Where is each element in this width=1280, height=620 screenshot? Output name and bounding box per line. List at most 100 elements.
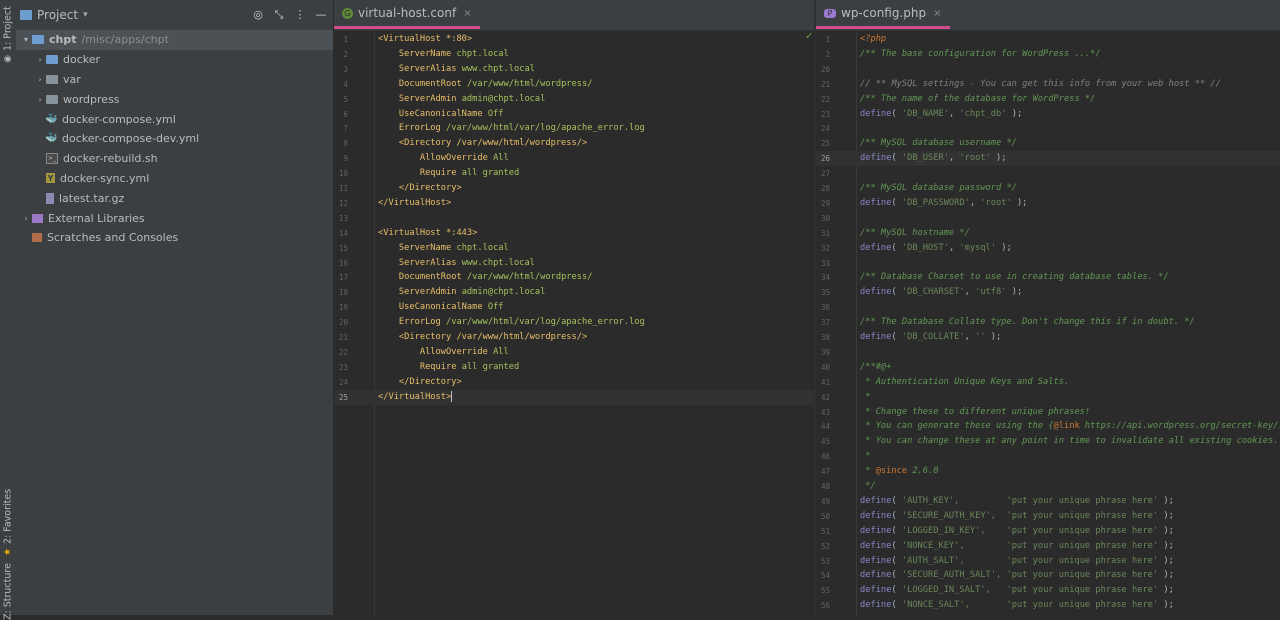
code-line[interactable]: 25 </VirtualHost> bbox=[334, 389, 814, 405]
chevron-right-icon[interactable]: › bbox=[20, 214, 32, 223]
project-tool-button[interactable]: ◉ 1: Project bbox=[0, 6, 16, 64]
code-line[interactable]: 23 Require all granted bbox=[334, 360, 814, 375]
line-number: 43 bbox=[820, 407, 830, 417]
chevron-right-icon[interactable]: › bbox=[34, 55, 46, 64]
structure-tool-button[interactable]: Z: Structure bbox=[0, 563, 16, 620]
code-line[interactable]: 5 ServerAdmin admin@chpt.local bbox=[334, 92, 814, 107]
code-line[interactable]: 28 /** MySQL database password */ bbox=[816, 181, 1280, 196]
locate-file-icon[interactable]: ◎ bbox=[252, 9, 264, 21]
code-line[interactable]: 16 ServerAlias www.chpt.local bbox=[334, 256, 814, 271]
collapse-all-icon[interactable]: ⤡ bbox=[273, 9, 285, 21]
code-line[interactable]: 27 bbox=[816, 166, 1280, 181]
tree-item[interactable]: › wordpress bbox=[16, 89, 333, 109]
code-line[interactable]: 1 <VirtualHost *:80> bbox=[334, 32, 814, 47]
code-line[interactable]: 22 AllowOverride All bbox=[334, 345, 814, 360]
code-line[interactable]: 20 bbox=[816, 62, 1280, 77]
code-line[interactable]: 7 ErrorLog /var/www/html/var/log/apache_… bbox=[334, 121, 814, 136]
code-line[interactable]: 49 define( 'AUTH_KEY', 'put your unique p… bbox=[816, 494, 1280, 509]
tab-wp-config-php[interactable]: P wp-config.php × bbox=[816, 0, 950, 29]
code-line[interactable]: 35 define( 'DB_CHARSET', 'utf8' ); bbox=[816, 285, 1280, 300]
code-line[interactable]: 8 <Directory /var/www/html/wordpress/> bbox=[334, 136, 814, 151]
code-line[interactable]: 14 <VirtualHost *:443> bbox=[334, 226, 814, 241]
code-line[interactable]: 29 define( 'DB_PASSWORD', 'root' ); bbox=[816, 196, 1280, 211]
tree-item[interactable]: latest.tar.gz bbox=[16, 188, 333, 208]
code-line[interactable]: 2 ServerName chpt.local bbox=[334, 47, 814, 62]
code-line[interactable]: 26 define( 'DB_USER', 'root' ); bbox=[816, 151, 1280, 167]
code-line[interactable]: 43 * Change these to different unique ph… bbox=[816, 405, 1280, 420]
project-view-selector[interactable]: Project bbox=[37, 8, 78, 22]
code-line[interactable]: 53 define( 'AUTH_SALT', 'put your unique … bbox=[816, 554, 1280, 569]
chevron-down-icon[interactable]: ▾ bbox=[20, 35, 32, 44]
code-token: define bbox=[860, 600, 892, 611]
favorites-tool-button[interactable]: ★ 2: Favorites bbox=[0, 489, 16, 557]
code-line[interactable]: 15 ServerName chpt.local bbox=[334, 241, 814, 256]
code-line[interactable]: 11 </Directory> bbox=[334, 181, 814, 196]
code-line[interactable]: 34 /** Database Charset to use in creatin… bbox=[816, 270, 1280, 285]
code-line[interactable]: 56 define( 'NONCE_SALT', 'put your unique… bbox=[816, 598, 1280, 613]
code-line[interactable]: 12 </VirtualHost> bbox=[334, 196, 814, 211]
code-line[interactable]: 1 <?php bbox=[816, 32, 1280, 47]
code-line[interactable]: 9 AllowOverride All bbox=[334, 151, 814, 166]
code-token: ( bbox=[891, 525, 902, 536]
code-line[interactable]: 22 /** The name of the database for WordP… bbox=[816, 92, 1280, 107]
tab-virtual-host-conf[interactable]: G virtual-host.conf × bbox=[334, 0, 480, 29]
code-line[interactable]: 41 * Authentication Unique Keys and Salt… bbox=[816, 375, 1280, 390]
line-number: 22 bbox=[820, 94, 830, 104]
code-line[interactable]: 42 * bbox=[816, 390, 1280, 405]
code-line[interactable]: 33 bbox=[816, 256, 1280, 271]
code-line[interactable]: 51 define( 'LOGGED_IN_KEY', 'put your uni… bbox=[816, 524, 1280, 539]
code-line[interactable]: 48 */ bbox=[816, 479, 1280, 494]
code-line[interactable]: 32 define( 'DB_HOST', 'mysql' ); bbox=[816, 241, 1280, 256]
tree-item[interactable]: › docker bbox=[16, 50, 333, 70]
code-line[interactable]: 50 define( 'SECURE_AUTH_KEY', 'put your u… bbox=[816, 509, 1280, 524]
tree-item[interactable]: › External Libraries bbox=[16, 208, 333, 228]
code-line[interactable]: 25 /** MySQL database username */ bbox=[816, 136, 1280, 151]
code-line[interactable]: 55 define( 'LOGGED_IN_SALT', 'put your un… bbox=[816, 583, 1280, 598]
close-icon[interactable]: × bbox=[933, 8, 941, 19]
code-line[interactable]: 2 /** The base configuration for WordPres… bbox=[816, 47, 1280, 62]
code-line[interactable]: 52 define( 'NONCE_KEY', 'put your unique … bbox=[816, 539, 1280, 554]
editor-wp-config-php[interactable]: P wp-config.php × 1 <?php 2 /** The base co… bbox=[815, 0, 1280, 615]
close-icon[interactable]: × bbox=[463, 8, 471, 19]
code-line[interactable]: 21 // ** MySQL settings - You can get thi… bbox=[816, 77, 1280, 92]
tree-item[interactable]: 🐳 docker-compose-dev.yml bbox=[16, 129, 333, 149]
code-line[interactable]: 30 bbox=[816, 211, 1280, 226]
code-line[interactable]: 46 * bbox=[816, 449, 1280, 464]
code-line[interactable]: 40 /**#@+ bbox=[816, 360, 1280, 375]
code-line[interactable]: 23 define( 'DB_NAME', 'chpt_db' ); bbox=[816, 107, 1280, 122]
code-line[interactable]: 6 UseCanonicalName Off bbox=[334, 107, 814, 122]
tree-item[interactable]: › var bbox=[16, 70, 333, 90]
code-line[interactable]: 39 bbox=[816, 345, 1280, 360]
code-line[interactable]: 10 Require all granted bbox=[334, 166, 814, 181]
code-line[interactable]: 38 define( 'DB_COLLATE', '' ); bbox=[816, 330, 1280, 345]
code-line[interactable]: 45 * You can change these at any point i… bbox=[816, 434, 1280, 449]
code-line[interactable]: 18 ServerAdmin admin@chpt.local bbox=[334, 285, 814, 300]
code-line[interactable]: 47 * @since 2.6.0 bbox=[816, 464, 1280, 479]
code-line[interactable]: 31 /** MySQL hostname */ bbox=[816, 226, 1280, 241]
editor-virtual-host-conf[interactable]: G virtual-host.conf × 1 <VirtualHost *:80… bbox=[334, 0, 814, 615]
tree-item[interactable]: ▾ chpt/misc/apps/chpt bbox=[16, 30, 333, 50]
tree-item[interactable]: Scratches and Consoles bbox=[16, 228, 333, 248]
tree-item[interactable]: 🐳 docker-compose.yml bbox=[16, 109, 333, 129]
tree-item[interactable]: Ydocker-sync.yml bbox=[16, 169, 333, 189]
chevron-right-icon[interactable]: › bbox=[34, 95, 46, 104]
code-line[interactable]: 54 define( 'SECURE_AUTH_SALT', 'put your … bbox=[816, 568, 1280, 583]
code-line[interactable]: 24 bbox=[816, 121, 1280, 136]
tree-item[interactable]: >_ docker-rebuild.sh bbox=[16, 149, 333, 169]
code-line[interactable]: 13 bbox=[334, 211, 814, 226]
code-line[interactable]: 21 <Directory /var/www/html/wordpress/> bbox=[334, 330, 814, 345]
hide-panel-icon[interactable]: — bbox=[315, 9, 327, 21]
code-line[interactable]: 24 </Directory> bbox=[334, 375, 814, 390]
code-line[interactable]: 37 /** The Database Collate type. Don't c… bbox=[816, 315, 1280, 330]
chevron-right-icon[interactable]: › bbox=[34, 75, 46, 84]
code-line[interactable]: 20 ErrorLog /var/www/html/var/log/apache… bbox=[334, 315, 814, 330]
code-line[interactable]: 36 bbox=[816, 300, 1280, 315]
code-line[interactable]: 19 UseCanonicalName Off bbox=[334, 300, 814, 315]
code-line[interactable]: 3 ServerAlias www.chpt.local bbox=[334, 62, 814, 77]
chevron-down-icon[interactable]: ▾ bbox=[83, 10, 88, 20]
code-line[interactable]: 44 * You can generate these using the {@… bbox=[816, 419, 1280, 434]
code-line[interactable]: 17 DocumentRoot /var/www/html/wordpress/ bbox=[334, 270, 814, 285]
more-options-icon[interactable]: ⋮ bbox=[294, 9, 306, 21]
code-line[interactable]: 4 DocumentRoot /var/www/html/wordpress/ bbox=[334, 77, 814, 92]
